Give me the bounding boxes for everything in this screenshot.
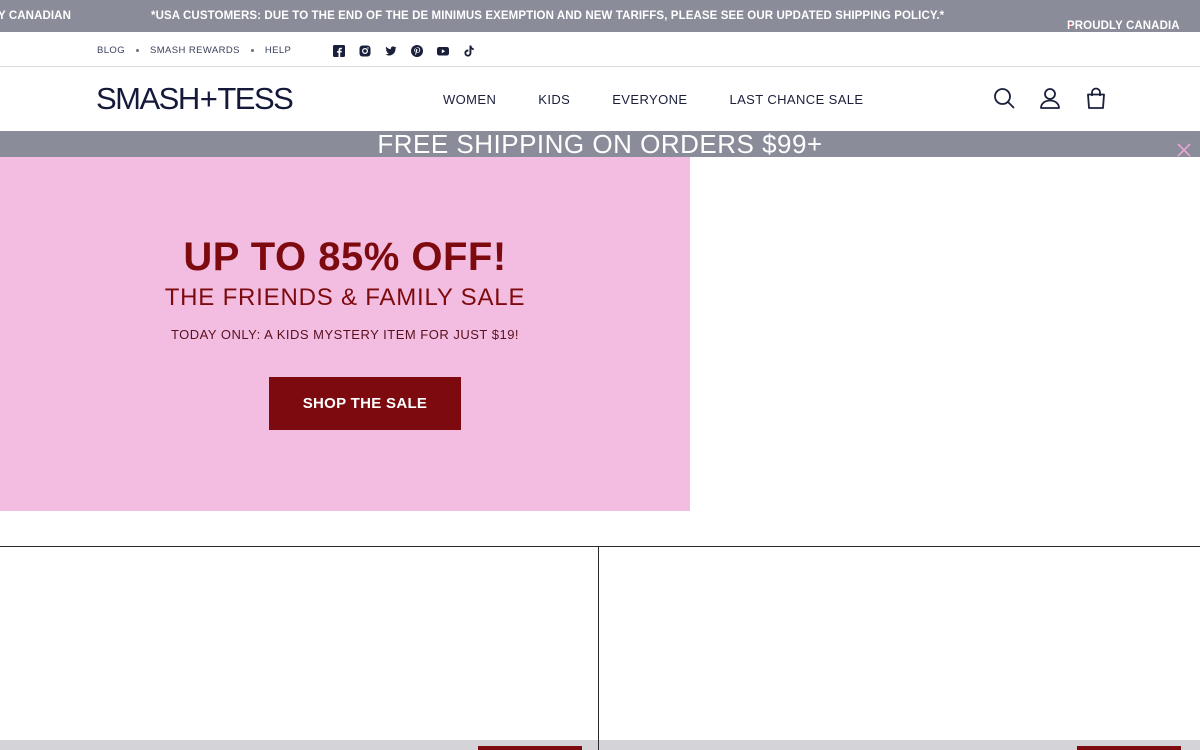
section-divider xyxy=(0,546,1200,547)
ticker-message-1: Y CANADIAN xyxy=(0,10,71,22)
search-icon[interactable] xyxy=(993,87,1015,109)
help-link[interactable]: HELP xyxy=(265,45,291,56)
nav-kids[interactable]: KIDS xyxy=(538,92,570,107)
column-divider xyxy=(598,546,599,750)
hero-headline: UP TO 85% OFF! xyxy=(183,235,507,279)
smash-rewards-link[interactable]: SMASH REWARDS xyxy=(150,45,240,56)
logo-right-text: TESS xyxy=(217,81,293,116)
separator-dot xyxy=(250,49,254,52)
announcement-ticker: Y CANADIAN *USA CUSTOMERS: DUE TO THE EN… xyxy=(0,0,1200,32)
tile-button-left[interactable] xyxy=(478,746,582,750)
facebook-icon[interactable] xyxy=(333,44,345,57)
brand-logo[interactable]: SMASH+TESS xyxy=(96,81,294,117)
ticker-message-2[interactable]: *USA CUSTOMERS: DUE TO THE END OF THE DE… xyxy=(151,10,944,22)
account-icon[interactable] xyxy=(1039,87,1061,109)
nav-last-chance-sale[interactable]: LAST CHANCE SALE xyxy=(729,92,863,107)
utility-links: BLOG SMASH REWARDS HELP xyxy=(97,45,291,56)
utility-bar: BLOG SMASH REWARDS HELP xyxy=(0,32,1200,67)
header-icons xyxy=(993,87,1107,109)
tile-button-right[interactable] xyxy=(1077,746,1181,750)
free-shipping-text: FREE SHIPPING ON ORDERS $99+ xyxy=(377,129,823,159)
cart-icon[interactable] xyxy=(1085,87,1107,109)
separator-dot xyxy=(136,49,139,52)
instagram-icon[interactable] xyxy=(359,44,371,57)
product-tiles-strip xyxy=(0,740,1200,750)
nav-women[interactable]: WOMEN xyxy=(443,92,496,107)
blog-link[interactable]: BLOG xyxy=(97,45,125,56)
shop-the-sale-button[interactable]: SHOP THE SALE xyxy=(269,377,461,430)
hero-banner: UP TO 85% OFF! THE FRIENDS & FAMILY SALE… xyxy=(0,157,690,511)
logo-left-text: SMASH xyxy=(96,81,200,116)
ticker-message-3-text: PROUDLY CANADIA xyxy=(1067,20,1180,32)
hero-subheading: THE FRIENDS & FAMILY SALE xyxy=(164,284,526,311)
youtube-icon[interactable] xyxy=(437,44,449,56)
logo-plus: + xyxy=(199,81,218,116)
social-links xyxy=(333,44,475,57)
main-nav: WOMEN KIDS EVERYONE LAST CHANCE SALE xyxy=(443,92,864,107)
twitter-icon[interactable] xyxy=(385,44,397,56)
column-divider-bottom xyxy=(598,740,599,750)
tiktok-icon[interactable] xyxy=(463,44,475,57)
hero-note: TODAY ONLY: A KIDS MYSTERY ITEM FOR JUST… xyxy=(170,327,520,342)
free-shipping-bar: FREE SHIPPING ON ORDERS $99+ xyxy=(0,131,1200,157)
nav-everyone[interactable]: EVERYONE xyxy=(612,92,687,107)
pinterest-icon[interactable] xyxy=(411,44,423,57)
close-icon[interactable] xyxy=(1176,136,1192,157)
main-header: SMASH+TESS WOMEN KIDS EVERYONE LAST CHAN… xyxy=(0,67,1200,131)
